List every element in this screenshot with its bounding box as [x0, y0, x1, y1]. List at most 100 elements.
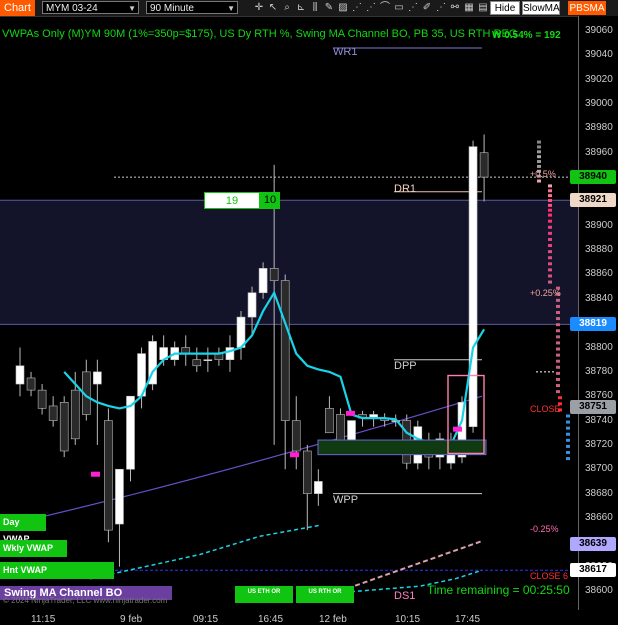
- x-label: 17:45: [455, 614, 481, 625]
- cursor-icon[interactable]: ↖: [266, 1, 280, 15]
- bar-chart-icon[interactable]: ⫼: [308, 1, 322, 15]
- price-tag: 38639: [570, 536, 616, 551]
- price-tick: 39020: [585, 73, 613, 85]
- time-remaining: Time remaining = 00:25:50: [427, 583, 570, 597]
- candle-body: [192, 359, 202, 367]
- price-tag: 38940: [570, 170, 616, 185]
- volume-profile-bar: [548, 199, 552, 202]
- hide-button[interactable]: Hide: [490, 1, 520, 15]
- candle-body: [347, 420, 356, 443]
- volume-profile-bar: [548, 256, 552, 260]
- volume-profile-bar: [566, 438, 570, 442]
- signal-counter: 19 10: [204, 192, 280, 209]
- signal-marker: [453, 426, 462, 432]
- candle-body: [247, 292, 257, 318]
- chevron-down-icon: ▼: [227, 4, 235, 13]
- candle: [214, 347, 224, 366]
- candle: [104, 408, 113, 543]
- candle: [82, 359, 91, 421]
- indicator-header: VWPAs Only (M)YM 90M (1%=350p=$175), US …: [2, 28, 518, 40]
- candle-body: [104, 420, 113, 531]
- volume-profile-bar: [548, 213, 552, 217]
- candle-body: [314, 481, 323, 494]
- level-wr1: WR1: [333, 46, 358, 58]
- signal-marker: [290, 452, 299, 458]
- wkly-vwap-button[interactable]: Wkly VWAP: [0, 540, 67, 557]
- hnt-vwap-button[interactable]: Hnt VWAP: [0, 562, 114, 579]
- volume-profile-bar: [548, 280, 552, 284]
- candle: [280, 274, 290, 470]
- volume-profile-bar: [548, 237, 552, 241]
- x-label: 9 feb: [120, 614, 143, 625]
- pencil-icon[interactable]: ✎: [322, 1, 336, 15]
- price-tick: 38660: [585, 511, 613, 523]
- price-tick: 38840: [585, 292, 613, 304]
- volume-profile-bar: [556, 365, 560, 369]
- counter-right: 10: [260, 192, 280, 209]
- close-label: CLOSE: [530, 404, 561, 414]
- candle-body: [479, 152, 489, 178]
- candle-body: [70, 389, 80, 440]
- chevron-down-icon: ▼: [128, 4, 136, 13]
- signal-marker: [346, 410, 355, 416]
- candle: [148, 335, 157, 391]
- volume-profile-bar: [566, 457, 570, 461]
- crosshair-icon[interactable]: ✛: [252, 1, 266, 15]
- candle: [15, 347, 25, 397]
- volume-profile-bar: [537, 145, 541, 149]
- candle-body: [291, 420, 301, 452]
- volume-profile-bar: [566, 444, 570, 448]
- weekly-pct-readout: W 0.54% = 192: [492, 30, 561, 41]
- calendar-icon[interactable]: ▦: [462, 1, 476, 15]
- instrument-selector[interactable]: MYM 03-24 ▼: [42, 1, 139, 14]
- candle: [192, 347, 202, 372]
- candle: [225, 335, 235, 372]
- dots-icon[interactable]: ⋰: [364, 1, 378, 15]
- interval-label: 90 Minute: [150, 3, 194, 14]
- volume-profile-bar: [548, 225, 552, 229]
- price-tick: 38800: [585, 341, 613, 353]
- slowma-button[interactable]: SlowMA: [522, 1, 560, 15]
- price-tick: 38880: [585, 244, 613, 256]
- price-tick: 38700: [585, 463, 613, 475]
- ruler-icon[interactable]: ⊾: [294, 1, 308, 15]
- volume-profile-bar: [548, 219, 552, 223]
- breakout-zone: [317, 439, 487, 456]
- volume-profile-bar: [548, 184, 552, 188]
- price-tick: 38600: [585, 585, 613, 596]
- price-tick: 39000: [585, 98, 613, 110]
- dots-icon[interactable]: ⋰: [406, 1, 420, 15]
- us-eth-or-button[interactable]: US ETH OR: [235, 586, 293, 603]
- dots-icon[interactable]: ⋰: [350, 1, 364, 15]
- volume-profile-bar: [566, 432, 570, 436]
- volume-profile-bar: [548, 244, 552, 248]
- candle-body: [258, 268, 268, 294]
- price-tick: 39040: [585, 49, 613, 61]
- pbsma-button[interactable]: PBSMA: [568, 1, 606, 15]
- dots-icon[interactable]: ⋰: [434, 1, 448, 15]
- rect-icon[interactable]: ▭: [392, 1, 406, 15]
- candle: [203, 347, 213, 372]
- level-dpp: DPP: [394, 360, 417, 372]
- price-tag: 38819: [570, 317, 616, 332]
- pct-plus-05: +0.5%: [530, 169, 556, 179]
- us-rth-or-button[interactable]: US RTH OR: [296, 586, 354, 603]
- hatched-icon[interactable]: ▨: [336, 1, 350, 15]
- volume-profile-bar: [556, 390, 560, 394]
- volume-profile-bar: [556, 371, 560, 375]
- wifi-icon[interactable]: ⌒: [378, 1, 392, 15]
- brush-icon[interactable]: ✐: [420, 1, 434, 15]
- link-icon[interactable]: ⚯: [448, 1, 462, 15]
- price-tick: 38780: [585, 365, 613, 377]
- interval-selector[interactable]: 90 Minute ▼: [146, 1, 238, 14]
- volume-profile-bar: [548, 274, 552, 278]
- zoom-icon[interactable]: ⌕: [280, 1, 294, 15]
- candle-body: [115, 468, 124, 525]
- grid-icon[interactable]: ▤: [476, 1, 490, 15]
- volume-profile-bar: [556, 335, 560, 339]
- price-chart[interactable]: [0, 16, 578, 610]
- copyright-text: © 2024 NinjaTrader, LLC www.ninjatrader.…: [3, 596, 168, 605]
- counter-left: 19: [204, 192, 260, 209]
- chart-tab[interactable]: Chart: [0, 0, 35, 16]
- day-vwap-button[interactable]: Day VWAP: [0, 514, 46, 544]
